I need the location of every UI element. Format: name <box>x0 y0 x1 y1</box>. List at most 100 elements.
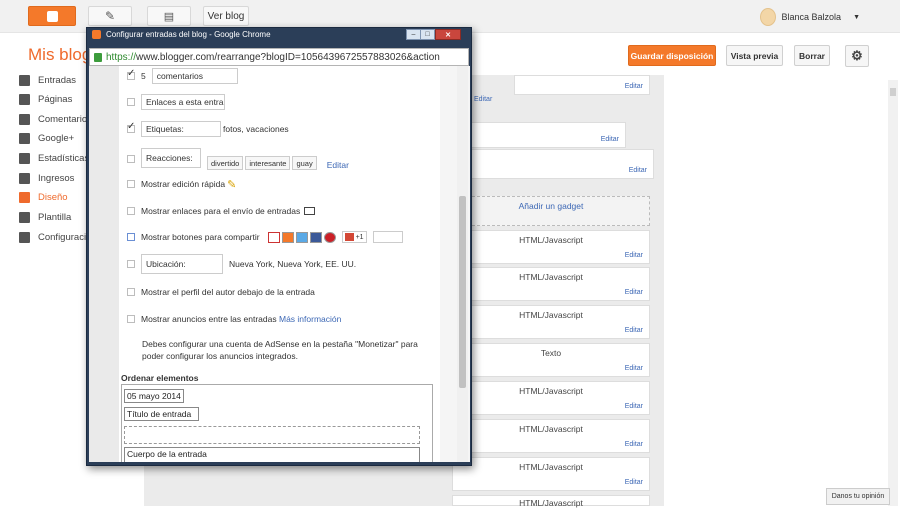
sidebar-item-stats[interactable]: Estadísticas <box>19 149 89 167</box>
preview-button[interactable]: Vista previa <box>726 45 783 66</box>
gadget-box[interactable]: HTML/Javascript <box>452 495 650 508</box>
window-scrollbar-thumb[interactable] <box>459 196 466 388</box>
settings-button[interactable]: ⚙ <box>845 45 869 67</box>
order-drop-zone[interactable] <box>124 426 420 444</box>
adsense-note-line: poder configurar los anuncios integrados… <box>142 351 298 361</box>
window-title: Configurar entradas del blog - Google Ch… <box>106 30 271 39</box>
gadget-box[interactable]: Editar <box>470 122 626 148</box>
links-checkbox[interactable] <box>127 98 135 106</box>
close-button[interactable]: ✕ <box>435 29 461 40</box>
gadget-edit-link[interactable]: Editar <box>625 289 643 296</box>
google-plus-icon <box>344 233 354 241</box>
email-links-checkbox[interactable] <box>127 207 135 215</box>
tags-row: Etiquetas: fotos, vacaciones <box>127 121 289 137</box>
tags-label-field[interactable]: Etiquetas: <box>141 121 221 137</box>
sidebar-item-settings[interactable]: Configuración <box>19 228 97 246</box>
google-plus-one-button: +1 <box>341 231 367 243</box>
save-layout-button[interactable]: Guardar disposición <box>628 45 716 66</box>
location-label-field[interactable]: Ubicación: <box>141 254 223 274</box>
share-buttons-checkbox[interactable] <box>127 233 135 241</box>
pages-icon <box>19 93 30 105</box>
author-profile-label: Mostrar el perfil del autor debajo de la… <box>141 287 315 297</box>
location-checkbox[interactable] <box>127 260 135 268</box>
url-text: www.blogger.com/rearrange?blogID=1056439… <box>136 51 440 63</box>
ads-checkbox[interactable] <box>127 315 135 323</box>
tags-checkbox[interactable] <box>127 121 135 133</box>
quick-edit-row: Mostrar edición rápida ✎ <box>127 176 236 192</box>
order-title-element[interactable]: Título de entrada <box>124 407 199 421</box>
add-gadget-area[interactable]: Añadir un gadget <box>452 196 650 226</box>
sidebar-item-posts[interactable]: Entradas <box>19 71 76 89</box>
quick-edit-checkbox[interactable] <box>127 180 135 188</box>
gadget-box[interactable]: HTML/Javascript Editar <box>452 381 650 415</box>
adsense-note: Debes configurar una cuenta de AdSense e… <box>142 338 418 362</box>
sidebar-item-label: Diseño <box>38 191 68 203</box>
gadget-box[interactable]: Editar <box>470 149 654 179</box>
sidebar-item-template[interactable]: Plantilla <box>19 208 71 226</box>
gadget-box[interactable]: HTML/Javascript Editar <box>452 230 650 264</box>
gadget-edit-link[interactable]: Editar <box>625 441 643 448</box>
view-blog-button[interactable]: Ver blog <box>203 6 249 26</box>
user-menu[interactable]: Blanca Balzola ▼ <box>759 8 860 26</box>
links-label-field[interactable]: Enlaces a esta entra <box>141 94 225 110</box>
share-buttons-label: Mostrar botones para compartir <box>141 232 260 242</box>
gadget-edit-link[interactable]: Editar <box>625 479 643 486</box>
author-profile-row: Mostrar el perfil del autor debajo de la… <box>127 284 315 300</box>
gadget-edit-link[interactable]: Editar <box>601 136 619 143</box>
settings-icon <box>19 231 30 243</box>
blogger-home-button[interactable] <box>28 6 76 26</box>
sidebar-item-comments[interactable]: Comentarios <box>19 110 92 128</box>
gadget-edit-link[interactable]: Editar <box>625 252 643 259</box>
sidebar-item-google-plus[interactable]: Google+ <box>19 129 74 147</box>
gadget-box[interactable]: HTML/Javascript Editar <box>452 305 650 339</box>
gadget-box[interactable]: Editar <box>514 75 650 95</box>
template-icon <box>19 211 30 223</box>
reactions-checkbox[interactable] <box>127 155 135 163</box>
sidebar-item-label: Comentarios <box>38 113 92 125</box>
ads-more-info-link[interactable]: Más información <box>279 314 341 324</box>
order-date-element[interactable]: 05 mayo 2014 <box>124 389 184 403</box>
comments-checkbox[interactable] <box>127 68 135 80</box>
reaction-chip: divertido <box>207 156 244 170</box>
sidebar-item-layout[interactable]: Diseño <box>19 188 68 206</box>
reactions-row: Reacciones: divertido interesante guay E… <box>127 148 349 170</box>
add-gadget-link[interactable]: Añadir un gadget <box>453 201 649 211</box>
feedback-button[interactable]: Danos tu opinión <box>826 488 890 505</box>
sidebar-item-label: Entradas <box>38 74 77 86</box>
order-body-element[interactable]: Cuerpo de la entrada <box>124 447 420 462</box>
gadget-box[interactable]: HTML/Javascript Editar <box>452 267 650 301</box>
gadget-title: HTML/Javascript <box>519 272 583 282</box>
maximize-button[interactable]: □ <box>420 29 435 40</box>
sidebar-item-pages[interactable]: Páginas <box>19 90 72 108</box>
chevron-down-icon: ▼ <box>853 13 860 21</box>
reactions-label-field[interactable]: Reacciones: <box>141 148 201 168</box>
page-scrollbar-thumb[interactable] <box>890 88 896 96</box>
email-post-icon <box>304 207 316 215</box>
sidebar-item-label: Ingresos <box>38 172 75 184</box>
order-elements-title: Ordenar elementos <box>121 373 199 383</box>
gadget-box[interactable]: Texto Editar <box>452 343 650 377</box>
minimize-button[interactable]: – <box>406 29 421 40</box>
gadget-edit-link[interactable]: Editar <box>625 83 643 90</box>
gadget-edit-link[interactable]: Editar <box>625 365 643 372</box>
author-profile-checkbox[interactable] <box>127 288 135 296</box>
gadget-edit-link[interactable]: Editar <box>629 167 647 174</box>
posts-list-button[interactable]: ▤ <box>147 6 191 26</box>
edit-link[interactable]: Editar <box>474 92 492 104</box>
blogger-logo-icon <box>46 10 58 22</box>
quick-edit-label: Mostrar edición rápida <box>141 179 226 189</box>
sidebar-item-earnings[interactable]: Ingresos <box>19 169 74 187</box>
reactions-edit-link[interactable]: Editar <box>327 160 349 170</box>
new-post-button[interactable]: ✎ <box>88 6 132 26</box>
gadget-box[interactable]: HTML/Javascript Editar <box>452 457 650 491</box>
gadget-edit-link[interactable]: Editar <box>625 403 643 410</box>
page-scrollbar[interactable] <box>888 80 898 506</box>
comments-row: 5 comentarios <box>127 68 238 84</box>
gadget-edit-link[interactable]: Editar <box>625 327 643 334</box>
gadget-box[interactable]: HTML/Javascript Editar <box>452 419 650 453</box>
comments-label-field[interactable]: comentarios <box>151 68 238 84</box>
email-links-row: Mostrar enlaces para el envío de entrada… <box>127 203 316 219</box>
address-bar[interactable]: https://www.blogger.com/rearrange?blogID… <box>89 48 469 66</box>
delete-button[interactable]: Borrar <box>794 45 830 66</box>
tags-value: fotos, vacaciones <box>223 124 289 134</box>
